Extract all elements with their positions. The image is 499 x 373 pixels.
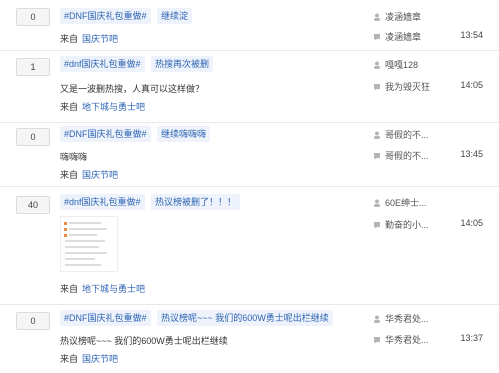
reply-icon <box>374 34 380 41</box>
reply-count: 0 <box>16 128 50 146</box>
topic-tag[interactable]: #DNF国庆礼包重做# <box>60 310 151 326</box>
person-icon <box>374 13 380 21</box>
from-label: 来自 <box>60 170 79 180</box>
reply-count: 0 <box>16 312 50 330</box>
author-name: 嘎嘎128 <box>385 60 419 70</box>
forum-link[interactable]: 国庆节吧 <box>82 354 118 364</box>
topic-tag[interactable]: #DNF国庆礼包重做# <box>60 126 151 142</box>
person-icon <box>374 315 380 323</box>
reply-time: 13:45 <box>460 149 483 159</box>
reply-icon <box>374 222 380 229</box>
thread-title[interactable]: 热议榜呢~~~ 我们的600W勇士呢出栏继续 <box>157 310 333 326</box>
replier-name: 哥假的不... <box>385 151 429 161</box>
forum-link[interactable]: 国庆节吧 <box>82 170 118 180</box>
thread-title[interactable]: 继续嗨嗨嗨 <box>157 126 211 142</box>
thread-item[interactable]: 0 #DNF国庆礼包重做# 热议榜呢~~~ 我们的600W勇士呢出栏继续 热议榜… <box>0 304 499 373</box>
thread-author[interactable]: 嘎嘎128 <box>373 58 418 71</box>
author-name: 凌涵嫱章 <box>385 12 422 22</box>
reply-time: 13:54 <box>460 30 483 40</box>
forum-link[interactable]: 国庆节吧 <box>82 34 118 44</box>
forum-link[interactable]: 地下城与勇士吧 <box>82 284 145 294</box>
thread-list: 0 #DNF国庆礼包重做# 继续淀 来自 国庆节吧 凌涵嫱章 凌涵嫱章 13:54… <box>0 0 499 373</box>
thread-snippet: 嗨嗨嗨 <box>60 152 88 162</box>
last-replier[interactable]: 凌涵嫱章 <box>373 30 421 43</box>
thread-thumbnail[interactable] <box>60 216 118 272</box>
thread-title[interactable]: 热议榜被删了！！！ <box>151 194 241 210</box>
author-name: 哥假的不... <box>385 130 429 140</box>
reply-icon <box>374 337 380 344</box>
reply-time: 14:05 <box>460 218 483 228</box>
reply-count: 1 <box>16 58 50 76</box>
author-name: 60E绅士... <box>385 198 427 208</box>
thread-author[interactable]: 华秀君处... <box>373 312 429 325</box>
from-label: 来自 <box>60 102 79 112</box>
last-replier[interactable]: 哥假的不... <box>373 149 429 162</box>
thread-snippet: 热议榜呢~~~ 我们的600W勇士呢出栏继续 <box>60 336 228 346</box>
from-label: 来自 <box>60 284 79 294</box>
from-label: 来自 <box>60 34 79 44</box>
replier-name: 凌涵嫱章 <box>385 32 422 42</box>
thread-item[interactable]: 0 #DNF国庆礼包重做# 继续嗨嗨嗨 嗨嗨嗨 来自 国庆节吧 哥假的不... 哥… <box>0 122 499 187</box>
thread-item[interactable]: 40 #dnf国庆礼包重做# 热议榜被删了！！！ 来自 地下城与勇士吧 60E绅士… <box>0 186 499 305</box>
replier-name: 勤奋的小... <box>385 220 429 230</box>
reply-time: 13:37 <box>460 333 483 343</box>
reply-icon <box>374 84 380 91</box>
person-icon <box>374 61 380 69</box>
reply-time: 14:05 <box>460 80 483 90</box>
reply-icon <box>374 153 380 160</box>
last-replier[interactable]: 华秀君处... <box>373 333 429 346</box>
thread-title[interactable]: 继续淀 <box>157 8 193 24</box>
topic-tag[interactable]: #dnf国庆礼包重做# <box>60 194 145 210</box>
last-replier[interactable]: 我为毁灭狂 <box>373 80 430 93</box>
thread-item[interactable]: 1 #dnf国庆礼包重做# 热搜再次被删 又是一波删热搜，人真可以这样做？ 来自… <box>0 50 499 123</box>
person-icon <box>374 199 380 207</box>
author-name: 华秀君处... <box>385 314 429 324</box>
reply-count: 40 <box>16 196 50 214</box>
replier-name: 华秀君处... <box>385 335 429 345</box>
replier-name: 我为毁灭狂 <box>385 82 431 92</box>
person-icon <box>374 131 380 139</box>
thread-item[interactable]: 0 #DNF国庆礼包重做# 继续淀 来自 国庆节吧 凌涵嫱章 凌涵嫱章 13:54 <box>0 0 499 51</box>
thread-author[interactable]: 60E绅士... <box>373 196 427 209</box>
forum-link[interactable]: 地下城与勇士吧 <box>82 102 145 112</box>
thread-title[interactable]: 热搜再次被删 <box>151 56 214 72</box>
thread-author[interactable]: 哥假的不... <box>373 128 429 141</box>
topic-tag[interactable]: #dnf国庆礼包重做# <box>60 56 145 72</box>
last-replier[interactable]: 勤奋的小... <box>373 218 429 231</box>
thread-snippet: 又是一波删热搜，人真可以这样做？ <box>60 84 205 94</box>
reply-count: 0 <box>16 8 50 26</box>
thread-author[interactable]: 凌涵嫱章 <box>373 10 421 23</box>
topic-tag[interactable]: #DNF国庆礼包重做# <box>60 8 151 24</box>
from-label: 来自 <box>60 354 79 364</box>
